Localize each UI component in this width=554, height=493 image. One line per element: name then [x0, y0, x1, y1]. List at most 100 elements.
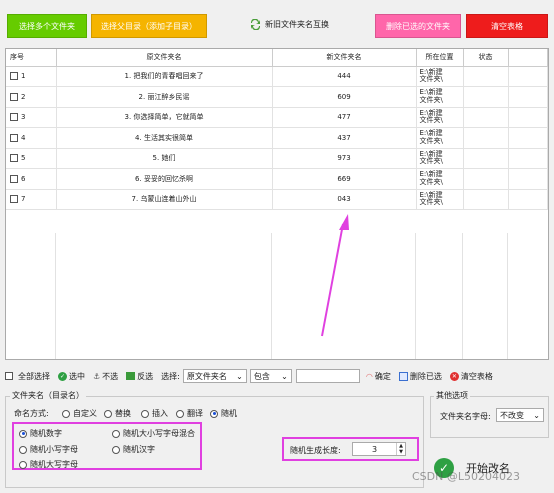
clear-table-button[interactable]: 清空表格: [466, 14, 548, 38]
col-header-new-name[interactable]: 新文件夹名: [272, 49, 417, 67]
unselect-button[interactable]: ⚓ 不选: [93, 371, 118, 382]
mode-insert-radio[interactable]: 插入: [141, 408, 168, 419]
table-row[interactable]: 7 7. 乌蒙山连着山外山 043 E:\新建 文件夹\: [6, 189, 548, 210]
select-checked-button[interactable]: ✓ 选中: [58, 371, 85, 382]
location-line-2: 文件夹\: [419, 177, 443, 186]
new-name-cell: 043: [272, 189, 417, 210]
spinner-arrows-icon[interactable]: ▲ ▼: [396, 443, 405, 455]
random-option-label: 随机大写字母: [30, 460, 78, 469]
radio-dot: [176, 409, 184, 418]
radio-dot: [112, 429, 120, 438]
status-cell: [463, 127, 509, 149]
col-header-location[interactable]: 所在位置: [416, 49, 464, 67]
delete-selected-button[interactable]: 删除已选: [398, 371, 442, 382]
old-name-cell: 2. 丽江醉乡民谣: [56, 86, 273, 108]
swap-names-button[interactable]: 新旧文件夹名互换: [250, 18, 329, 31]
choose-label: 选择:: [161, 371, 180, 381]
delete-selected-folders-button[interactable]: 删除已选的文件夹: [375, 14, 461, 38]
keyword-input[interactable]: [295, 369, 360, 383]
old-name-cell: 4. 生活其实很简单: [56, 127, 273, 149]
row-checkbox[interactable]: [10, 174, 18, 183]
chevron-down-icon: ⌄: [533, 410, 540, 420]
radio-dot: [104, 409, 112, 418]
mode-replace-radio[interactable]: 替换: [104, 408, 131, 419]
row-checkbox[interactable]: [10, 92, 18, 101]
location-line-2: 文件夹\: [419, 136, 443, 145]
location-line-2: 文件夹\: [419, 75, 443, 84]
radio-dot: [19, 460, 27, 469]
delete-selected-label: 删除已选: [409, 371, 442, 381]
col-header-index[interactable]: 序号: [6, 49, 57, 67]
col-header-status[interactable]: 状态: [463, 49, 509, 67]
new-name-cell: 477: [272, 107, 417, 128]
location-line-2: 文件夹\: [419, 157, 443, 166]
old-name-cell: 7. 乌蒙山连着山外山: [56, 189, 273, 210]
mode-custom-radio[interactable]: 自定义: [62, 408, 97, 419]
row-checkbox[interactable]: [10, 133, 18, 142]
row-checkbox[interactable]: [10, 195, 18, 204]
new-name-cell: 973: [272, 148, 417, 169]
location-cell: E:\新建 文件夹\: [416, 127, 464, 149]
col-header-blank: [508, 49, 548, 67]
location-cell: E:\新建 文件夹\: [416, 107, 464, 128]
mode-label-text: 替换: [115, 409, 131, 418]
case-label: 文件夹名字母:: [440, 412, 491, 421]
case-select[interactable]: 不改变 ⌄: [496, 408, 544, 422]
mode-random-radio[interactable]: 随机: [210, 408, 237, 419]
folder-table: 序号 原文件夹名 新文件夹名 所在位置 状态 1 1. 把我们的青春唱回来了 4…: [5, 48, 549, 360]
length-label: 随机生成长度:: [290, 446, 341, 455]
new-name-cell: 437: [272, 127, 417, 149]
naming-group-title: 文件夹名（目录名）: [10, 390, 86, 401]
confirm-button[interactable]: ◠ 确定: [366, 371, 391, 382]
mode-label: 命名方式:: [14, 409, 49, 418]
table-row[interactable]: 1 1. 把我们的青春唱回来了 444 E:\新建 文件夹\: [6, 66, 548, 87]
location-cell: E:\新建 文件夹\: [416, 86, 464, 108]
confirm-label: 确定: [374, 371, 391, 381]
select-parent-button[interactable]: 选择父目录（添加子目录）: [91, 14, 207, 38]
status-cell: [463, 107, 509, 128]
table-row[interactable]: 2 2. 丽江醉乡民谣 609 E:\新建 文件夹\: [6, 86, 548, 108]
random-uppercase-radio[interactable]: 随机大写字母: [19, 459, 78, 470]
length-spinner[interactable]: 3 ▲ ▼: [352, 442, 406, 456]
select-all-label: 全部选择: [18, 371, 50, 381]
select-folders-button[interactable]: 选择多个文件夹: [7, 14, 87, 38]
random-digits-radio[interactable]: 随机数字: [19, 428, 62, 439]
radio-dot: [210, 409, 218, 418]
row-index: 3: [21, 113, 26, 122]
table-row[interactable]: 5 5. 她们 973 E:\新建 文件夹\: [6, 148, 548, 169]
row-checkbox[interactable]: [10, 72, 18, 81]
old-name-cell: 3. 你选择简单，它就简单: [56, 107, 273, 128]
clear-icon: ✕: [449, 371, 459, 381]
radio-dot: [141, 409, 149, 418]
clear-table-small-button[interactable]: ✕ 清空表格: [449, 371, 493, 382]
invert-label: 反选: [137, 371, 154, 381]
location-line-2: 文件夹\: [419, 198, 443, 207]
old-name-cell: 5. 她们: [56, 148, 273, 169]
watermark: CSDN @L50204023: [412, 470, 520, 483]
random-chinese-radio[interactable]: 随机汉字: [112, 444, 155, 455]
radio-dot: [19, 429, 27, 438]
invert-button[interactable]: 反选: [126, 371, 153, 382]
row-index: 7: [21, 195, 26, 204]
clear-table-label: 清空表格: [460, 371, 493, 381]
random-lowercase-radio[interactable]: 随机小写字母: [19, 444, 78, 455]
random-option-label: 随机汉字: [123, 445, 155, 454]
select-all-checkbox[interactable]: 全部选择: [5, 371, 50, 382]
field-select-value: 原文件夹名: [186, 371, 227, 381]
select-checked-label: 选中: [69, 371, 85, 381]
location-cell: E:\新建 文件夹\: [416, 66, 464, 87]
table-row[interactable]: 3 3. 你选择简单，它就简单 477 E:\新建 文件夹\: [6, 107, 548, 128]
col-header-old-name[interactable]: 原文件夹名: [56, 49, 273, 67]
mode-translate-radio[interactable]: 翻译: [176, 408, 203, 419]
mode-label-text: 自定义: [73, 409, 97, 418]
location-cell: E:\新建 文件夹\: [416, 189, 464, 210]
row-checkbox[interactable]: [10, 154, 18, 163]
table-row[interactable]: 6 6. 妥妥的回忆杀啊 669 E:\新建 文件夹\: [6, 168, 548, 190]
field-select[interactable]: 原文件夹名 ⌄: [182, 369, 247, 383]
new-name-cell: 609: [272, 86, 417, 108]
table-row[interactable]: 4 4. 生活其实很简单 437 E:\新建 文件夹\: [6, 127, 548, 149]
row-checkbox[interactable]: [10, 113, 18, 122]
match-select[interactable]: 包含 ⌄: [249, 369, 292, 383]
random-mixed-case-radio[interactable]: 随机大小写字母混合: [112, 428, 195, 439]
old-name-cell: 1. 把我们的青春唱回来了: [56, 66, 273, 87]
